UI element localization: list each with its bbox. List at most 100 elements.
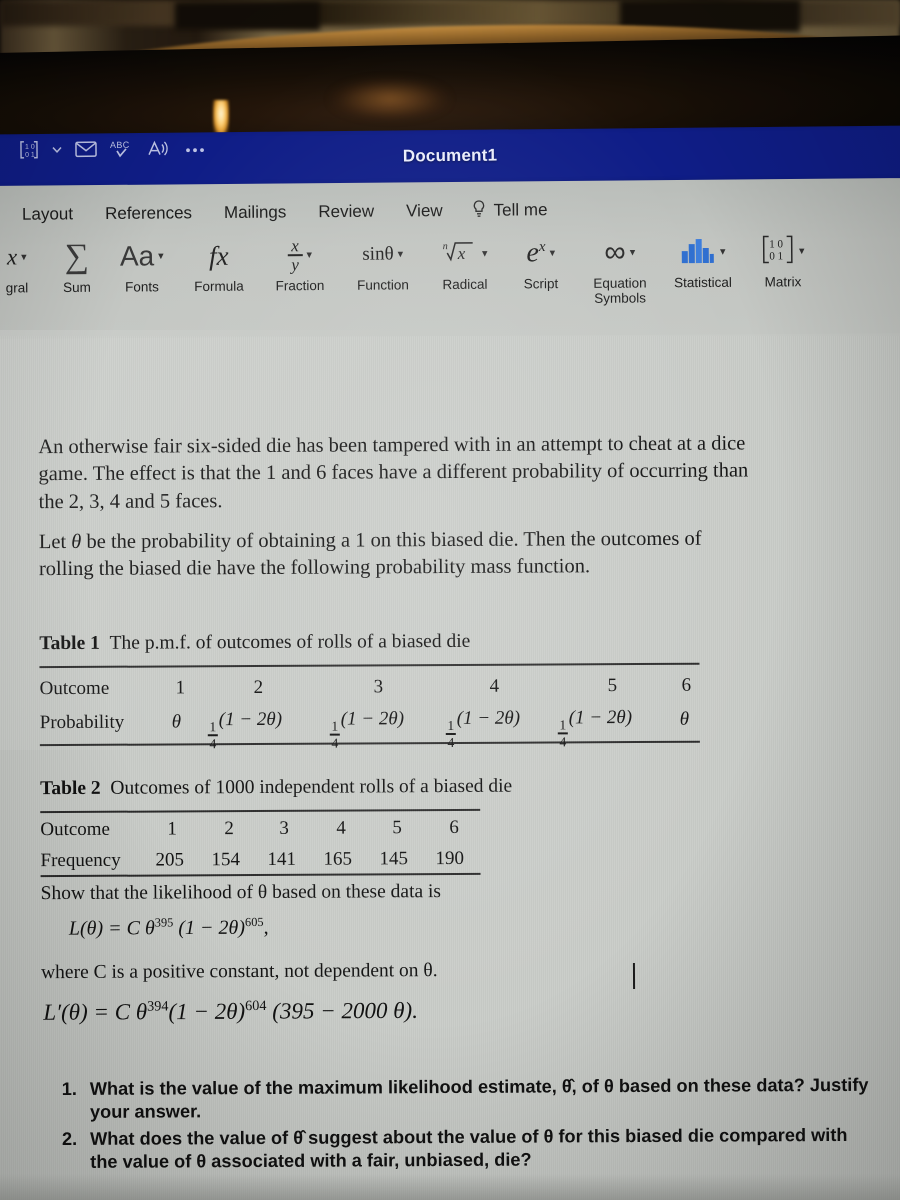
- table1-outcome-2: 2: [253, 676, 264, 699]
- tab-view[interactable]: View: [390, 201, 459, 222]
- chevron-down-icon[interactable]: ▾: [799, 245, 805, 257]
- equation-likelihood-mid: (1 − 2θ): [173, 916, 246, 940]
- table1-probability-3: 1 4 (1 − 2θ): [329, 708, 405, 750]
- table1-caption: Table 1 The p.m.f. of outcomes of rolls …: [39, 631, 470, 655]
- integral-icon: x: [6, 244, 18, 270]
- table2-caption: Table 2 Outcomes of 1000 independent rol…: [40, 776, 512, 800]
- table1-probability-2: 1 4 (1 − 2θ): [207, 708, 283, 751]
- table1-probability-5-expr: (1 − 2θ): [568, 707, 633, 729]
- radical-icon: n x: [442, 236, 478, 271]
- table2-frequency-1: 205: [155, 849, 185, 871]
- where-c-line: where C is a positive constant, not depe…: [41, 960, 438, 984]
- svg-text:x: x: [457, 243, 466, 262]
- equation-likelihood: L(θ) = C θ395 (1 − 2θ)605,: [69, 915, 269, 941]
- table1-outcome-1: 1: [175, 677, 186, 699]
- table2-frequency-2: 154: [211, 849, 241, 871]
- webcam-light-reflection: [213, 100, 229, 136]
- ribbon-group-label-fraction: Fraction: [275, 277, 325, 294]
- function-icon: sinθ: [362, 243, 394, 265]
- table2-outcome-2: 2: [224, 818, 234, 840]
- ribbon-group-label-integral: gral: [5, 280, 29, 296]
- tell-me-search[interactable]: Tell me: [459, 198, 548, 224]
- tab-references[interactable]: References: [89, 203, 208, 224]
- show-that-line: Show that the likelihood of θ based on t…: [40, 881, 442, 905]
- equation-likelihood-exp1: 395: [154, 915, 174, 930]
- ribbon-group-statistical[interactable]: ▾ Statistical: [662, 231, 744, 291]
- table2-frequency-6: 190: [435, 847, 465, 870]
- ribbon-group-equation-symbols[interactable]: ∞ ▾ Equation Symbols: [578, 231, 663, 306]
- tell-me-label: Tell me: [493, 200, 548, 220]
- table2-frequency-3: 141: [267, 848, 297, 870]
- question-item-2: 2. What does the value of θ̂ suggest abo…: [62, 1124, 874, 1175]
- chevron-down-icon[interactable]: ▾: [720, 245, 726, 257]
- table1-outcome-4: 4: [489, 675, 500, 697]
- table2-outcome-5: 5: [392, 817, 402, 839]
- table2-caption-label: Table 2: [40, 777, 101, 800]
- question-2-text: What does the value of θ̂ suggest about …: [90, 1124, 848, 1173]
- table1-probability-4: 1 4 (1 − 2θ): [445, 707, 521, 750]
- ribbon-group-label-statistical: Statistical: [674, 274, 732, 291]
- script-icon: ex: [526, 237, 546, 269]
- ribbon-group-script[interactable]: ex ▾ Script: [504, 232, 578, 292]
- one-quarter-fraction: 14: [557, 717, 568, 750]
- equation-likelihood-lhs: L(θ) = C θ: [68, 917, 155, 940]
- table1-caption-label: Table 1: [39, 632, 100, 655]
- question-item-1: 1. What is the value of the maximum like…: [62, 1074, 874, 1125]
- table2-frequency-4: 165: [323, 848, 353, 870]
- table1-probability-5: 1 4 (1 − 2θ): [557, 707, 633, 750]
- chevron-down-icon[interactable]: ▾: [482, 247, 488, 259]
- ribbon-group-label-matrix: Matrix: [764, 274, 802, 290]
- ribbon-group-fraction[interactable]: xy ▾ Fraction: [260, 234, 340, 294]
- table1-outcome-5: 5: [607, 675, 618, 697]
- chevron-down-icon[interactable]: ▾: [630, 246, 636, 258]
- ribbon-group-sum[interactable]: ∑ Sum: [48, 236, 106, 296]
- tab-review[interactable]: Review: [302, 202, 390, 223]
- ribbon-group-label-radical: Radical: [442, 276, 488, 293]
- table1-outcome-6: 6: [681, 674, 692, 696]
- chevron-down-icon[interactable]: ▾: [21, 251, 27, 263]
- ribbon-group-label-script: Script: [523, 276, 559, 292]
- one-quarter-fraction: 14: [445, 717, 456, 750]
- table2-row-header-frequency: Frequency: [40, 849, 121, 872]
- equation-derivative: L′(θ) = C θ394(1 − 2θ)604 (395 − 2000 θ)…: [43, 997, 418, 1026]
- ribbon-group-formula[interactable]: fx Formula: [178, 235, 260, 295]
- statistical-icon: [680, 234, 716, 269]
- table2-outcome-6: 6: [449, 816, 459, 839]
- ribbon-group-radical[interactable]: n x ▾ Radical: [426, 233, 504, 293]
- table1-top-rule: [39, 662, 700, 668]
- equation-derivative-exp1: 394: [147, 998, 169, 1015]
- ribbon-group-function[interactable]: sinθ ▾ Function: [340, 233, 426, 293]
- question-1-number: 1.: [61, 1078, 77, 1100]
- table1-probability-1: θ: [171, 711, 182, 733]
- fraction-icon: xy: [287, 236, 303, 274]
- math-fonts-icon: Aa: [119, 240, 155, 272]
- chevron-down-icon[interactable]: ▾: [398, 248, 404, 260]
- table1-row-header-probability: Probability: [39, 711, 125, 734]
- tab-mailings[interactable]: Mailings: [208, 202, 303, 223]
- one-quarter-fraction: 14: [207, 718, 218, 751]
- table1-probability-6: θ: [679, 708, 690, 730]
- chevron-down-icon[interactable]: ▾: [549, 247, 555, 259]
- table1-row-header-outcome: Outcome: [39, 677, 110, 700]
- paragraph-theta-definition: Let θ be the probability of obtaining a …: [38, 527, 702, 581]
- table1-probability-2-expr: (1 − 2θ): [218, 708, 283, 731]
- table1-probability-4-expr: (1 − 2θ): [456, 707, 521, 729]
- chevron-down-icon[interactable]: ▾: [306, 249, 312, 261]
- ribbon-group-label-formula: Formula: [194, 278, 244, 295]
- svg-text:n: n: [443, 241, 448, 252]
- lightbulb-icon: [471, 198, 487, 223]
- ribbon-group-matrix[interactable]: 1 0 0 1 ▾ Matrix: [744, 230, 822, 290]
- ribbon-command-groups: x ▾ gral ∑ Sum Aa ▾ Fonts fx Formula x y…: [0, 229, 900, 336]
- ribbon-group-integral[interactable]: x ▾ gral: [0, 236, 48, 296]
- document-content[interactable]: An otherwise fair six-sided die has been…: [0, 334, 900, 1200]
- equation-derivative-lhs: L′(θ) = C θ: [43, 999, 148, 1025]
- chevron-down-icon[interactable]: ▾: [158, 250, 164, 262]
- tab-layout[interactable]: Layout: [6, 204, 89, 225]
- svg-text:0 1: 0 1: [769, 250, 783, 262]
- ribbon-group-label-equation-symbols: Equation Symbols: [593, 275, 647, 306]
- equation-derivative-tail: (395 − 2000 θ).: [266, 997, 418, 1024]
- ribbon-group-fonts[interactable]: Aa ▾ Fonts: [106, 235, 178, 295]
- summation-icon: ∑: [64, 237, 90, 276]
- equation-symbols-icon: ∞: [604, 235, 626, 269]
- table2-outcome-4: 4: [336, 817, 346, 839]
